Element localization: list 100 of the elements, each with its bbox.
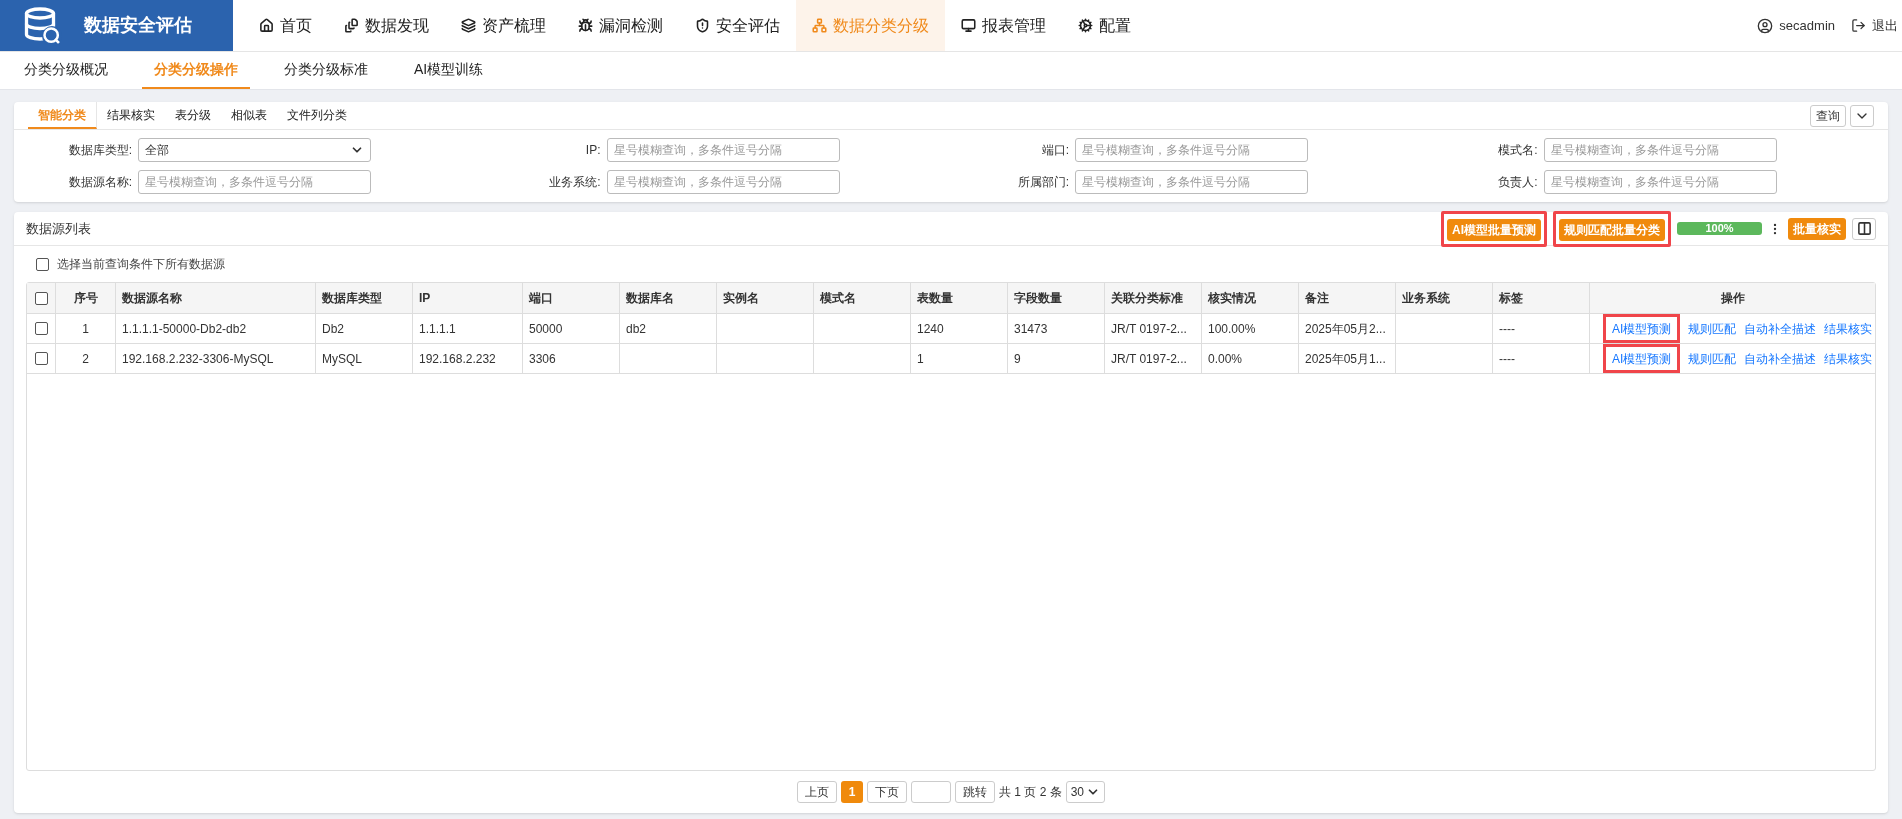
table-cell-text: 192.168.2.232-3306-MySQL (122, 350, 274, 368)
column-header: 备注 (1305, 290, 1329, 307)
query-button[interactable]: 查询 (1810, 104, 1846, 127)
nav-tab[interactable]: 漏洞检测 (562, 0, 679, 51)
columns-icon (1856, 221, 1872, 236)
filter-tab[interactable]: 相似表 (221, 102, 277, 129)
table-cell-text: Db2 (322, 320, 344, 338)
home-icon (259, 18, 274, 33)
column-header: 实例名 (723, 290, 759, 307)
filter-label: 数据库类型: (67, 142, 133, 159)
page-input[interactable] (910, 781, 951, 803)
filter-label: 所属部门: (1016, 174, 1070, 191)
columns-button[interactable] (1852, 217, 1876, 240)
table-cell-text: ---- (1499, 320, 1515, 338)
column-header: 模式名 (820, 290, 856, 307)
nav-tab[interactable]: 报表管理 (945, 0, 1062, 51)
table-cell-text: ---- (1499, 350, 1515, 368)
column-header: 字段数量 (1014, 290, 1062, 307)
logout-icon (1851, 18, 1866, 33)
subnav-tab[interactable]: AI模型训练 (402, 52, 496, 89)
table-cell-text: 2 (82, 350, 89, 368)
next-button[interactable]: 下页 (866, 781, 907, 803)
table-cell-text: 31473 (1014, 320, 1048, 338)
input-field[interactable]: 星号模糊查询，多条件逗号分隔 (138, 170, 371, 194)
checkbox[interactable] (34, 322, 48, 335)
checkbox[interactable] (34, 352, 48, 365)
action-link[interactable]: 自动补全描述 (1744, 349, 1817, 368)
table-cell-text: 1.1.1.1 (419, 320, 456, 338)
prev-button[interactable]: 上页 (796, 781, 837, 803)
column-header: IP (419, 290, 431, 307)
filter-tab[interactable]: 表分级 (165, 102, 221, 129)
table-cell-text: 3306 (529, 350, 556, 368)
gear-icon (1078, 18, 1093, 33)
table-cell-text: 0.00% (1208, 350, 1243, 368)
column-header: 业务系统 (1402, 290, 1450, 307)
nav-tab[interactable]: 数据发现 (328, 0, 445, 51)
page-size-select[interactable]: 30 (1065, 781, 1105, 803)
checkbox[interactable] (34, 291, 48, 305)
table-cell-text: 9 (1014, 350, 1021, 368)
page-summary: 共 1 页 2 条 (998, 784, 1062, 801)
column-header: 操作 (1720, 290, 1745, 307)
input-field[interactable]: 星号模糊查询，多条件逗号分隔 (1075, 170, 1308, 194)
column-header: 数据库名 (626, 290, 674, 307)
progress-reading: 100% (1704, 222, 1735, 235)
table-cell-text: 1 (917, 350, 924, 368)
column-header: 序号 (73, 290, 98, 307)
action-link[interactable]: AI模型预测 (1612, 319, 1672, 338)
action-link[interactable]: AI模型预测 (1612, 349, 1672, 368)
input-field[interactable]: 星号模糊查询，多条件逗号分隔 (1543, 170, 1777, 194)
logout-button[interactable]: 退出 (1851, 15, 1898, 36)
filter-label: 模式名: (1497, 142, 1539, 159)
jump-button[interactable]: 跳转 (954, 781, 995, 803)
subnav-tab[interactable]: 分类分级概况 (12, 52, 120, 89)
checkbox[interactable] (36, 257, 49, 271)
nav-tab[interactable]: 首页 (243, 0, 328, 51)
action-link[interactable]: 规则匹配 (1688, 349, 1737, 368)
action-link[interactable]: 自动补全描述 (1744, 319, 1817, 338)
column-header: 数据库类型 (322, 290, 382, 307)
expand-button[interactable] (1850, 104, 1874, 127)
database-search-icon (22, 5, 62, 46)
input-field[interactable]: 星号模糊查询，多条件逗号分隔 (1075, 138, 1308, 162)
table-cell-text: 100.00% (1208, 320, 1256, 338)
monitor-icon (961, 18, 976, 33)
select-field[interactable]: 全部 (138, 138, 371, 162)
input-field[interactable]: 星号模糊查询，多条件逗号分隔 (606, 138, 840, 162)
nav-tab[interactable]: 安全评估 (679, 0, 796, 51)
column-header: 关联分类标准 (1111, 290, 1183, 307)
filter-label: IP: (584, 142, 602, 159)
shield-icon (695, 18, 710, 33)
table-cell-text: db2 (626, 320, 647, 338)
column-header: 表数量 (917, 290, 953, 307)
action-link[interactable]: 结果核实 (1824, 319, 1873, 338)
table-cell-text: 50000 (529, 320, 563, 338)
bug-icon (578, 18, 593, 33)
table-cell-text: JR/T 0197-2... (1111, 320, 1187, 338)
nav-tab[interactable]: 配置 (1062, 0, 1147, 51)
subnav-tab[interactable]: 分类分级标准 (272, 52, 380, 89)
hierarchy-icon (812, 18, 827, 33)
filter-label: 端口: (1040, 142, 1070, 159)
table-cell-text: 192.168.2.232 (419, 350, 496, 368)
user-name[interactable]: secadmin (1779, 15, 1835, 36)
table-cell-text: 1.1.1.1-50000-Db2-db2 (122, 320, 247, 338)
user-icon (1757, 17, 1774, 34)
panel-title: 数据源列表 (26, 219, 91, 238)
nav-tab[interactable]: 资产梳理 (445, 0, 562, 51)
input-field[interactable]: 星号模糊查询，多条件逗号分隔 (606, 170, 840, 194)
filter-tab[interactable]: 结果核实 (97, 102, 165, 129)
input-field[interactable]: 星号模糊查询，多条件逗号分隔 (1543, 138, 1777, 162)
app-title: 数据安全评估 (84, 14, 192, 37)
files-icon (344, 18, 359, 33)
table-cell-text: 2025年05月1... (1305, 350, 1386, 368)
table-cell-text: JR/T 0197-2... (1111, 350, 1187, 368)
filter-label: 负责人: (1497, 174, 1539, 191)
action-link[interactable]: 结果核实 (1824, 349, 1873, 368)
filter-label: 业务系统: (548, 174, 602, 191)
layers-icon (461, 18, 476, 33)
action-link[interactable]: 规则匹配 (1688, 319, 1737, 338)
table-cell-text: 1240 (917, 320, 944, 338)
filter-tab[interactable]: 文件列分类 (277, 102, 357, 129)
table-cell-text: 2025年05月2... (1305, 320, 1386, 338)
